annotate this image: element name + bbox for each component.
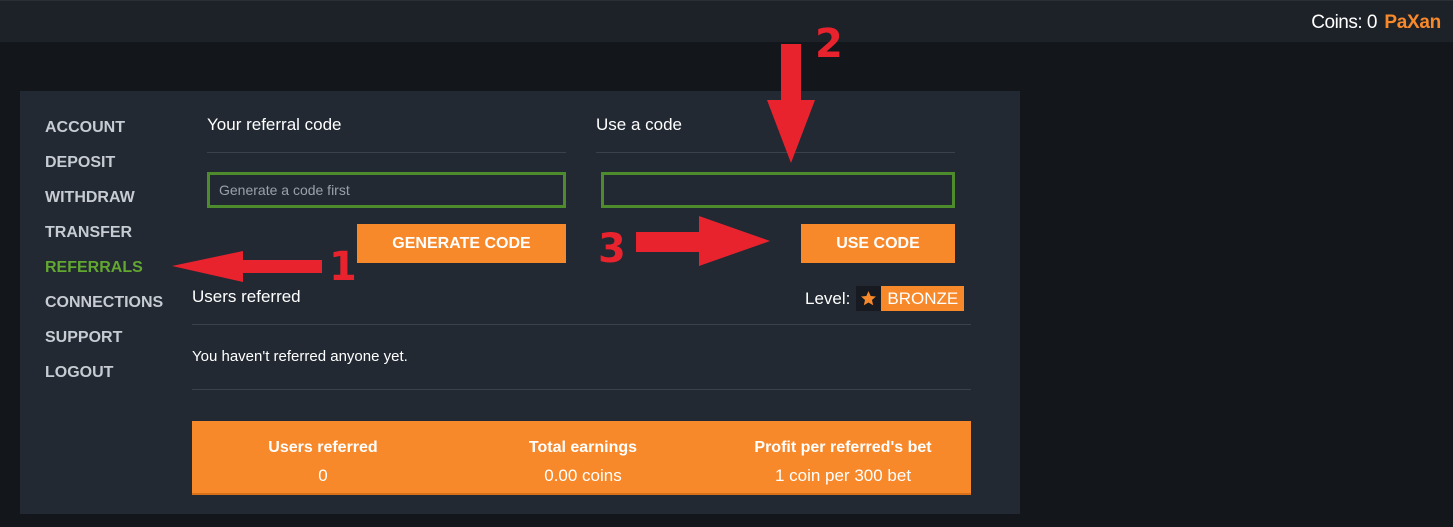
annotation-number-2: 2 xyxy=(815,21,843,67)
arrow-1 xyxy=(172,251,322,282)
annotation-number-1: 1 xyxy=(329,244,357,290)
annotation-number-3: 3 xyxy=(598,226,626,272)
arrow-3 xyxy=(636,216,770,266)
annotation-arrows xyxy=(172,44,815,282)
arrow-2 xyxy=(767,44,815,163)
